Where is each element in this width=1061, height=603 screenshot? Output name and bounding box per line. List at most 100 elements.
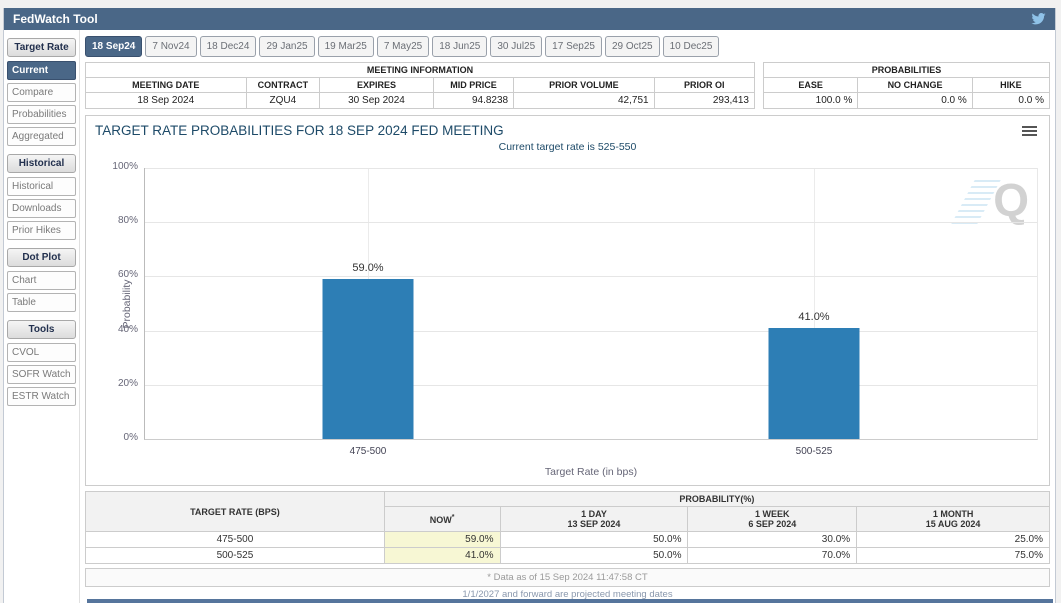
plot-area: Probability Q 0%20%40%60%80%100%59.0%475… <box>144 168 1038 440</box>
col-mid-price: MID PRICE <box>433 78 513 93</box>
month-cell: 25.0% <box>857 532 1050 548</box>
col-prior-oi: PRIOR OI <box>654 78 754 93</box>
col-no-change: NO CHANGE <box>858 78 972 93</box>
col-1-day: 1 DAY13 SEP 2024 <box>500 507 688 532</box>
tab-18-dec24[interactable]: 18 Dec24 <box>200 36 257 57</box>
sidebar-section-target-rate: Target Rate Current Compare Probabilitie… <box>7 38 76 146</box>
chart-title: TARGET RATE PROBABILITIES FOR 18 SEP 202… <box>86 116 1049 138</box>
x-axis-category-label: 475-500 <box>350 446 387 457</box>
sidebar-item-table[interactable]: Table <box>7 293 76 312</box>
week-cell: 70.0% <box>688 548 857 564</box>
bar-475-500[interactable] <box>323 279 414 439</box>
hike-value: 0.0 % <box>972 93 1049 109</box>
x-axis-title: Target Rate (in bps) <box>144 466 1038 478</box>
table-row-500-525: 500-525 41.0% 50.0% 70.0% 75.0% <box>86 548 1050 564</box>
y-axis-title: Probability <box>121 279 133 328</box>
tab-29-oct25[interactable]: 29 Oct25 <box>605 36 660 57</box>
col-hike: HIKE <box>972 78 1049 93</box>
col-contract: CONTRACT <box>246 78 320 93</box>
tab-18-sep24[interactable]: 18 Sep24 <box>85 36 142 57</box>
sidebar-section-dot-plot: Dot Plot Chart Table <box>7 248 76 312</box>
sidebar-section-historical: Historical Historical Downloads Prior Hi… <box>7 154 76 240</box>
tab-18-jun25[interactable]: 18 Jun25 <box>432 36 487 57</box>
sidebar-item-sofr-watch[interactable]: SOFR Watch <box>7 365 76 384</box>
x-axis-category-label: 500-525 <box>796 446 833 457</box>
y-axis-tick-label: 60% <box>118 270 138 280</box>
y-axis-tick-label: 80% <box>118 216 138 226</box>
app-title: FedWatch Tool <box>13 12 98 26</box>
sidebar-header-tools: Tools <box>7 320 76 339</box>
sidebar: Target Rate Current Compare Probabilitie… <box>4 30 80 603</box>
meeting-date-tabs: 18 Sep24 7 Nov24 18 Dec24 29 Jan25 19 Ma… <box>85 36 1050 57</box>
sidebar-header-dot-plot: Dot Plot <box>7 248 76 267</box>
tab-19-mar25[interactable]: 19 Mar25 <box>318 36 374 57</box>
data-as-of-note: * Data as of 15 Sep 2024 11:47:58 CT <box>85 568 1050 587</box>
bar-value-label: 59.0% <box>352 262 383 274</box>
mid-price-value: 94.8238 <box>433 93 513 109</box>
tab-29-jan25[interactable]: 29 Jan25 <box>259 36 314 57</box>
target-rate-cell: 475-500 <box>86 532 385 548</box>
tab-10-dec25[interactable]: 10 Dec25 <box>663 36 720 57</box>
fedwatch-app: FedWatch Tool Target Rate Current Compar… <box>3 8 1056 603</box>
col-expires: EXPIRES <box>320 78 434 93</box>
tab-17-sep25[interactable]: 17 Sep25 <box>545 36 602 57</box>
quikstrike-watermark-icon: Q <box>959 176 1029 228</box>
col-target-rate-bps: TARGET RATE (BPS) <box>86 492 385 532</box>
bar-value-label: 41.0% <box>798 311 829 323</box>
contract-value: ZQU4 <box>246 93 320 109</box>
probability-history-table: TARGET RATE (BPS) PROBABILITY(%) NOW* 1 … <box>85 491 1050 564</box>
probabilities-title: PROBABILITIES <box>764 63 1050 78</box>
chart-context-menu-icon[interactable] <box>1022 126 1037 138</box>
horizontal-gridline <box>145 222 1037 223</box>
expires-value: 30 Sep 2024 <box>320 93 434 109</box>
table-row-475-500: 475-500 59.0% 50.0% 30.0% 25.0% <box>86 532 1050 548</box>
week-cell: 30.0% <box>688 532 857 548</box>
horizontal-gridline <box>145 276 1037 277</box>
probabilities-row: 100.0 % 0.0 % 0.0 % <box>764 93 1050 109</box>
twitter-icon[interactable] <box>1031 13 1046 25</box>
month-cell: 75.0% <box>857 548 1050 564</box>
col-now: NOW* <box>384 507 500 532</box>
y-axis-tick-label: 20% <box>118 379 138 389</box>
ease-value: 100.0 % <box>764 93 858 109</box>
col-1-month: 1 MONTH15 AUG 2024 <box>857 507 1050 532</box>
title-bar: FedWatch Tool <box>4 8 1055 30</box>
y-axis-tick-label: 0% <box>124 433 138 443</box>
col-prior-volume: PRIOR VOLUME <box>514 78 654 93</box>
bar-500-525[interactable] <box>769 328 860 439</box>
meeting-information-row: 18 Sep 2024 ZQU4 30 Sep 2024 94.8238 42,… <box>86 93 755 109</box>
sidebar-item-aggregated[interactable]: Aggregated <box>7 127 76 146</box>
sidebar-item-downloads[interactable]: Downloads <box>7 199 76 218</box>
day-cell: 50.0% <box>500 532 688 548</box>
no-change-value: 0.0 % <box>858 93 972 109</box>
day-cell: 50.0% <box>500 548 688 564</box>
sidebar-item-chart[interactable]: Chart <box>7 271 76 290</box>
top-tables: MEETING INFORMATION MEETING DATE CONTRAC… <box>85 62 1050 109</box>
y-axis-tick-label: 40% <box>118 325 138 335</box>
prior-volume-value: 42,751 <box>514 93 654 109</box>
sidebar-header-historical: Historical <box>7 154 76 173</box>
chart-panel: TARGET RATE PROBABILITIES FOR 18 SEP 202… <box>85 115 1050 486</box>
tab-7-nov24[interactable]: 7 Nov24 <box>145 36 196 57</box>
sidebar-item-estr-watch[interactable]: ESTR Watch <box>7 387 76 406</box>
horizontal-gridline <box>145 331 1037 332</box>
meeting-date-value: 18 Sep 2024 <box>86 93 247 109</box>
sidebar-item-current[interactable]: Current <box>7 61 76 80</box>
sidebar-item-prior-hikes[interactable]: Prior Hikes <box>7 221 76 240</box>
sidebar-item-historical[interactable]: Historical <box>7 177 76 196</box>
col-meeting-date: MEETING DATE <box>86 78 247 93</box>
content-area: 18 Sep24 7 Nov24 18 Dec24 29 Jan25 19 Ma… <box>80 30 1055 603</box>
col-1-week: 1 WEEK6 SEP 2024 <box>688 507 857 532</box>
col-ease: EASE <box>764 78 858 93</box>
meeting-information-title: MEETING INFORMATION <box>86 63 755 78</box>
sidebar-item-compare[interactable]: Compare <box>7 83 76 102</box>
tab-30-jul25[interactable]: 30 Jul25 <box>490 36 542 57</box>
sidebar-header-target-rate: Target Rate <box>7 38 76 57</box>
sidebar-item-cvol[interactable]: CVOL <box>7 343 76 362</box>
sidebar-item-probabilities[interactable]: Probabilities <box>7 105 76 124</box>
meeting-information-table: MEETING INFORMATION MEETING DATE CONTRAC… <box>85 62 755 109</box>
now-cell: 41.0% <box>384 548 500 564</box>
tab-7-may25[interactable]: 7 May25 <box>377 36 429 57</box>
sidebar-section-tools: Tools CVOL SOFR Watch ESTR Watch <box>7 320 76 406</box>
horizontal-gridline <box>145 168 1037 169</box>
